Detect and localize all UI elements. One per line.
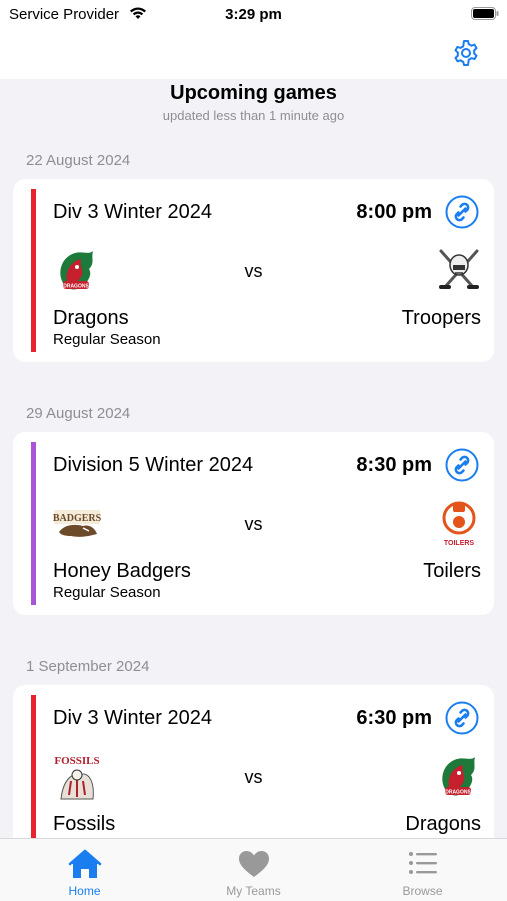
versus-label: vs bbox=[244, 261, 263, 281]
page-title: Upcoming games bbox=[170, 82, 337, 104]
tab-my-teams-label: My Teams bbox=[226, 884, 281, 898]
away-team-logo bbox=[435, 245, 483, 297]
division-name: Div 3 Winter 2024 bbox=[53, 201, 212, 223]
home-team-name: Fossils bbox=[53, 813, 116, 835]
svg-text:TOILERS: TOILERS bbox=[444, 540, 475, 547]
game-time: 6:30 pm bbox=[356, 707, 432, 729]
link-icon[interactable] bbox=[445, 195, 479, 229]
heart-icon bbox=[239, 851, 269, 877]
tab-home-label: Home bbox=[68, 884, 101, 898]
away-team-name: Dragons bbox=[405, 813, 481, 835]
versus-label: vs bbox=[244, 767, 263, 787]
home-team-name: Honey Badgers bbox=[53, 560, 191, 582]
battery-icon bbox=[471, 7, 499, 20]
game-date-label: 29 August 2024 bbox=[26, 405, 131, 422]
status-bar: Service Provider 3:29 pm bbox=[0, 0, 507, 30]
away-team-logo: TOILERS bbox=[435, 498, 483, 550]
page-header: Upcoming games updated less than 1 minut… bbox=[0, 80, 507, 123]
game-time: 8:00 pm bbox=[356, 201, 432, 223]
versus-label: vs bbox=[244, 514, 263, 534]
tab-browse[interactable]: Browse bbox=[338, 839, 507, 901]
status-time: 3:29 pm bbox=[225, 6, 282, 23]
settings-gear-icon[interactable] bbox=[451, 38, 481, 68]
game-date-label: 1 September 2024 bbox=[26, 658, 150, 675]
away-team-name: Toilers bbox=[423, 560, 481, 582]
navigation-bar bbox=[0, 30, 507, 79]
svg-text:FOSSILS: FOSSILS bbox=[54, 755, 99, 767]
svg-text:DRAGONS: DRAGONS bbox=[445, 790, 471, 796]
division-name: Division 5 Winter 2024 bbox=[53, 454, 254, 476]
game-card[interactable]: Div 3 Winter 2024 6:30 pm FOSSILS vs DRA… bbox=[13, 685, 494, 838]
game-card[interactable]: Div 3 Winter 2024 8:00 pm DRAGONS vs Dra… bbox=[13, 179, 494, 362]
house-icon bbox=[68, 849, 102, 878]
game-date-label: 22 August 2024 bbox=[26, 152, 131, 169]
list-icon bbox=[409, 852, 437, 874]
home-team-name: Dragons bbox=[53, 307, 129, 329]
link-icon[interactable] bbox=[445, 448, 479, 482]
season-label: Regular Season bbox=[53, 331, 161, 348]
tab-bar: Home My Teams Browse bbox=[0, 838, 507, 901]
tab-my-teams[interactable]: My Teams bbox=[169, 839, 338, 901]
division-name: Div 3 Winter 2024 bbox=[53, 707, 212, 729]
away-team-name: Troopers bbox=[401, 307, 481, 329]
away-team-logo: DRAGONS bbox=[435, 751, 483, 803]
link-icon[interactable] bbox=[445, 701, 479, 735]
game-time: 8:30 pm bbox=[356, 454, 432, 476]
last-updated-label: updated less than 1 minute ago bbox=[162, 108, 345, 123]
tab-browse-label: Browse bbox=[402, 884, 443, 898]
season-label: Regular Season bbox=[53, 584, 161, 601]
game-card[interactable]: Division 5 Winter 2024 8:30 pm BADGERS v… bbox=[13, 432, 494, 615]
tab-home[interactable]: Home bbox=[0, 839, 169, 901]
svg-text:DRAGONS: DRAGONS bbox=[63, 284, 89, 290]
